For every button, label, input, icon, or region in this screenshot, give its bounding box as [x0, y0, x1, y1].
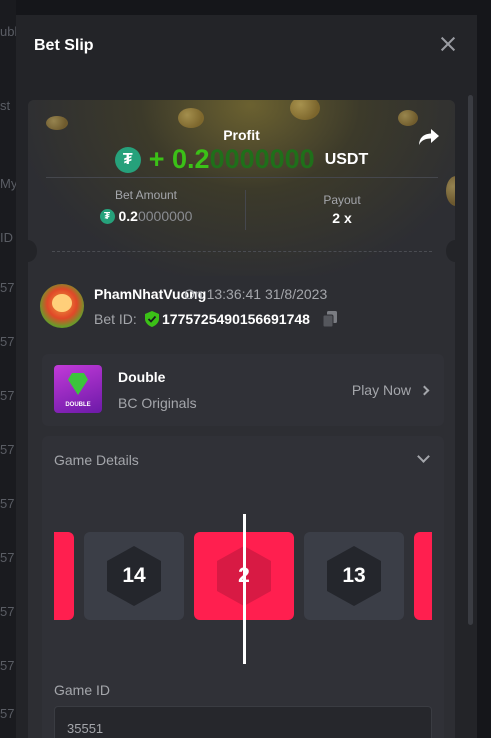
tether-usdt-icon: ₮ — [99, 208, 115, 224]
background-text: ID — [0, 230, 13, 245]
background-text: 57 — [0, 388, 15, 403]
profit-currency: USDT — [324, 150, 369, 168]
divider — [46, 177, 438, 178]
bet-amount-label: Bet Amount — [114, 188, 178, 202]
tile-number: 13 — [327, 546, 381, 606]
gem-icon — [68, 373, 88, 395]
reel-tile — [54, 532, 74, 620]
game-thumbnail[interactable]: DOUBLE — [54, 365, 102, 413]
scrollbar[interactable] — [468, 95, 473, 625]
background-text: st — [0, 98, 11, 113]
payout-label: Payout — [323, 193, 361, 207]
reel-tile — [414, 532, 432, 620]
coin-decoration — [446, 176, 455, 206]
profit-value: + 0.20000000 — [149, 144, 315, 175]
payout-value: 2 x — [332, 210, 352, 226]
background-text: ubl — [0, 24, 18, 39]
background-text: 57 — [0, 442, 15, 457]
bet-time: On 13:36:41 31/8/2023 — [184, 286, 328, 302]
bet-amount-main: 0.2 — [118, 208, 138, 224]
background-text: My — [0, 176, 18, 191]
modal-header: Bet Slip — [16, 15, 477, 76]
profit-value-main: 0.2 — [172, 144, 210, 174]
background-text: 57 — [0, 334, 15, 349]
share-icon[interactable] — [417, 127, 441, 147]
bet-amount-trailing: 0000000 — [137, 208, 193, 224]
avatar[interactable] — [40, 284, 84, 328]
background-text: 57 — [0, 280, 15, 295]
profit-value-trailing: 0000000 — [209, 144, 315, 174]
tether-usdt-icon: ₮ — [114, 146, 141, 173]
game-details-title: Game Details — [54, 452, 139, 468]
profit-sign: + — [148, 144, 173, 174]
game-row: DOUBLE Double BC Originals Play Now — [42, 354, 444, 426]
coin-decoration — [398, 110, 418, 126]
chevron-down-icon[interactable] — [417, 450, 430, 463]
game-provider: BC Originals — [118, 395, 197, 411]
bet-amount-value: ₮ 0.2 0000000 — [46, 208, 246, 224]
coin-decoration — [290, 100, 320, 120]
bet-slip-modal: Bet Slip Profit ₮ + 0.20000000 USDT Bet … — [16, 15, 477, 738]
play-now-button[interactable]: Play Now — [351, 382, 430, 398]
result-marker — [243, 514, 246, 664]
chevron-right-icon — [419, 385, 430, 395]
reel-tile: 13 — [304, 532, 404, 620]
game-id-field[interactable]: 35551 — [54, 706, 432, 738]
game-details-panel: Game Details 14 2 13 Game ID 35551 — [42, 436, 444, 738]
bet-id-label: Bet ID: — [94, 311, 137, 327]
close-icon[interactable] — [439, 35, 457, 53]
background-text: 57 — [0, 496, 15, 511]
reel-tile: 14 — [84, 532, 184, 620]
user-row: PhamNhatVuong On 13:36:41 31/8/2023 Bet … — [40, 284, 440, 330]
thumbnail-label: DOUBLE — [65, 402, 91, 408]
coin-decoration — [178, 108, 204, 128]
background-text: 57 — [0, 658, 15, 673]
game-name: Double — [118, 369, 166, 385]
game-id-label: Game ID — [54, 682, 111, 698]
background-text: 57 — [0, 550, 15, 565]
dashed-divider — [52, 251, 432, 252]
background-text: 57 — [0, 706, 15, 721]
bet-id: 1775725490156691748 — [162, 311, 310, 327]
shield-check-icon — [145, 311, 159, 327]
background-text: 57 — [0, 604, 15, 619]
bet-slip-card: Profit ₮ + 0.20000000 USDT Bet Amount ₮ … — [28, 100, 455, 738]
copy-icon[interactable] — [323, 311, 337, 327]
tile-number: 14 — [107, 546, 161, 606]
modal-title: Bet Slip — [34, 36, 94, 54]
play-now-label: Play Now — [351, 382, 411, 398]
profit-row: ₮ + 0.20000000 USDT — [28, 144, 455, 175]
profit-label: Profit — [223, 127, 260, 143]
